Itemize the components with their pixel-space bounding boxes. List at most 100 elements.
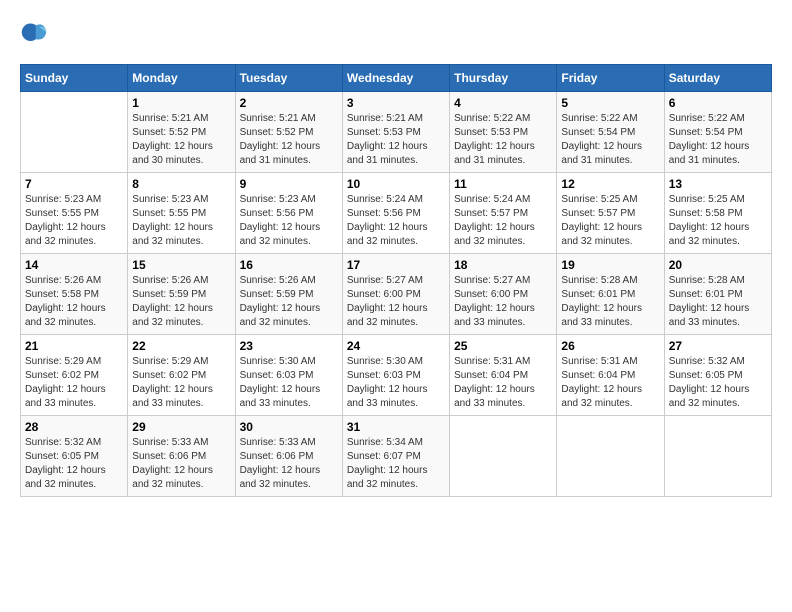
day-number: 13: [669, 177, 767, 191]
calendar-cell: 16 Sunrise: 5:26 AM Sunset: 5:59 PM Dayl…: [235, 254, 342, 335]
day-info: Sunrise: 5:21 AM Sunset: 5:52 PM Dayligh…: [240, 112, 338, 168]
day-number: 17: [347, 258, 445, 272]
day-number: 29: [132, 420, 230, 434]
calendar-cell: 9 Sunrise: 5:23 AM Sunset: 5:56 PM Dayli…: [235, 173, 342, 254]
day-info: Sunrise: 5:21 AM Sunset: 5:53 PM Dayligh…: [347, 112, 445, 168]
day-number: 18: [454, 258, 552, 272]
calendar-cell: 22 Sunrise: 5:29 AM Sunset: 6:02 PM Dayl…: [128, 335, 235, 416]
calendar-cell: 3 Sunrise: 5:21 AM Sunset: 5:53 PM Dayli…: [342, 92, 449, 173]
day-info: Sunrise: 5:25 AM Sunset: 5:57 PM Dayligh…: [561, 193, 659, 249]
calendar-cell: 21 Sunrise: 5:29 AM Sunset: 6:02 PM Dayl…: [21, 335, 128, 416]
day-number: 24: [347, 339, 445, 353]
calendar-cell: 6 Sunrise: 5:22 AM Sunset: 5:54 PM Dayli…: [664, 92, 771, 173]
day-number: 5: [561, 96, 659, 110]
day-number: 12: [561, 177, 659, 191]
day-info: Sunrise: 5:26 AM Sunset: 5:58 PM Dayligh…: [25, 274, 123, 330]
day-info: Sunrise: 5:23 AM Sunset: 5:55 PM Dayligh…: [25, 193, 123, 249]
calendar-cell: 24 Sunrise: 5:30 AM Sunset: 6:03 PM Dayl…: [342, 335, 449, 416]
calendar-cell: 17 Sunrise: 5:27 AM Sunset: 6:00 PM Dayl…: [342, 254, 449, 335]
calendar-cell: [450, 416, 557, 497]
calendar-cell: 11 Sunrise: 5:24 AM Sunset: 5:57 PM Dayl…: [450, 173, 557, 254]
day-info: Sunrise: 5:29 AM Sunset: 6:02 PM Dayligh…: [25, 355, 123, 411]
day-number: 16: [240, 258, 338, 272]
day-info: Sunrise: 5:22 AM Sunset: 5:54 PM Dayligh…: [561, 112, 659, 168]
day-number: 1: [132, 96, 230, 110]
day-number: 6: [669, 96, 767, 110]
day-number: 22: [132, 339, 230, 353]
header: [20, 20, 772, 48]
day-info: Sunrise: 5:23 AM Sunset: 5:55 PM Dayligh…: [132, 193, 230, 249]
weekday-header: Tuesday: [235, 65, 342, 92]
day-number: 3: [347, 96, 445, 110]
day-info: Sunrise: 5:24 AM Sunset: 5:56 PM Dayligh…: [347, 193, 445, 249]
calendar-cell: 25 Sunrise: 5:31 AM Sunset: 6:04 PM Dayl…: [450, 335, 557, 416]
weekday-header: Wednesday: [342, 65, 449, 92]
weekday-header: Thursday: [450, 65, 557, 92]
calendar-week-row: 7 Sunrise: 5:23 AM Sunset: 5:55 PM Dayli…: [21, 173, 772, 254]
day-number: 7: [25, 177, 123, 191]
weekday-header-row: SundayMondayTuesdayWednesdayThursdayFrid…: [21, 65, 772, 92]
calendar-cell: 23 Sunrise: 5:30 AM Sunset: 6:03 PM Dayl…: [235, 335, 342, 416]
calendar-cell: [664, 416, 771, 497]
day-info: Sunrise: 5:33 AM Sunset: 6:06 PM Dayligh…: [240, 436, 338, 492]
calendar-cell: 10 Sunrise: 5:24 AM Sunset: 5:56 PM Dayl…: [342, 173, 449, 254]
calendar-cell: 28 Sunrise: 5:32 AM Sunset: 6:05 PM Dayl…: [21, 416, 128, 497]
day-info: Sunrise: 5:25 AM Sunset: 5:58 PM Dayligh…: [669, 193, 767, 249]
day-number: 10: [347, 177, 445, 191]
calendar-cell: 1 Sunrise: 5:21 AM Sunset: 5:52 PM Dayli…: [128, 92, 235, 173]
day-number: 25: [454, 339, 552, 353]
calendar-cell: [21, 92, 128, 173]
day-info: Sunrise: 5:31 AM Sunset: 6:04 PM Dayligh…: [561, 355, 659, 411]
day-info: Sunrise: 5:28 AM Sunset: 6:01 PM Dayligh…: [669, 274, 767, 330]
day-number: 27: [669, 339, 767, 353]
day-number: 21: [25, 339, 123, 353]
day-number: 30: [240, 420, 338, 434]
day-number: 9: [240, 177, 338, 191]
day-info: Sunrise: 5:26 AM Sunset: 5:59 PM Dayligh…: [132, 274, 230, 330]
day-info: Sunrise: 5:29 AM Sunset: 6:02 PM Dayligh…: [132, 355, 230, 411]
day-info: Sunrise: 5:22 AM Sunset: 5:54 PM Dayligh…: [669, 112, 767, 168]
day-info: Sunrise: 5:24 AM Sunset: 5:57 PM Dayligh…: [454, 193, 552, 249]
weekday-header: Friday: [557, 65, 664, 92]
day-info: Sunrise: 5:21 AM Sunset: 5:52 PM Dayligh…: [132, 112, 230, 168]
calendar-cell: 31 Sunrise: 5:34 AM Sunset: 6:07 PM Dayl…: [342, 416, 449, 497]
calendar-cell: 27 Sunrise: 5:32 AM Sunset: 6:05 PM Dayl…: [664, 335, 771, 416]
calendar-cell: 12 Sunrise: 5:25 AM Sunset: 5:57 PM Dayl…: [557, 173, 664, 254]
day-info: Sunrise: 5:30 AM Sunset: 6:03 PM Dayligh…: [347, 355, 445, 411]
calendar-table: SundayMondayTuesdayWednesdayThursdayFrid…: [20, 64, 772, 497]
day-info: Sunrise: 5:31 AM Sunset: 6:04 PM Dayligh…: [454, 355, 552, 411]
logo: [20, 20, 52, 48]
logo-icon: [20, 20, 48, 48]
calendar-cell: 26 Sunrise: 5:31 AM Sunset: 6:04 PM Dayl…: [557, 335, 664, 416]
calendar-cell: 29 Sunrise: 5:33 AM Sunset: 6:06 PM Dayl…: [128, 416, 235, 497]
day-info: Sunrise: 5:27 AM Sunset: 6:00 PM Dayligh…: [454, 274, 552, 330]
day-number: 8: [132, 177, 230, 191]
day-info: Sunrise: 5:28 AM Sunset: 6:01 PM Dayligh…: [561, 274, 659, 330]
calendar-cell: 30 Sunrise: 5:33 AM Sunset: 6:06 PM Dayl…: [235, 416, 342, 497]
calendar-cell: 18 Sunrise: 5:27 AM Sunset: 6:00 PM Dayl…: [450, 254, 557, 335]
day-info: Sunrise: 5:32 AM Sunset: 6:05 PM Dayligh…: [25, 436, 123, 492]
calendar-cell: 14 Sunrise: 5:26 AM Sunset: 5:58 PM Dayl…: [21, 254, 128, 335]
day-info: Sunrise: 5:34 AM Sunset: 6:07 PM Dayligh…: [347, 436, 445, 492]
day-info: Sunrise: 5:33 AM Sunset: 6:06 PM Dayligh…: [132, 436, 230, 492]
day-number: 4: [454, 96, 552, 110]
day-number: 15: [132, 258, 230, 272]
day-number: 14: [25, 258, 123, 272]
weekday-header: Sunday: [21, 65, 128, 92]
day-info: Sunrise: 5:27 AM Sunset: 6:00 PM Dayligh…: [347, 274, 445, 330]
calendar-week-row: 14 Sunrise: 5:26 AM Sunset: 5:58 PM Dayl…: [21, 254, 772, 335]
day-number: 11: [454, 177, 552, 191]
day-info: Sunrise: 5:26 AM Sunset: 5:59 PM Dayligh…: [240, 274, 338, 330]
calendar-cell: 13 Sunrise: 5:25 AM Sunset: 5:58 PM Dayl…: [664, 173, 771, 254]
calendar-cell: 2 Sunrise: 5:21 AM Sunset: 5:52 PM Dayli…: [235, 92, 342, 173]
weekday-header: Saturday: [664, 65, 771, 92]
day-number: 20: [669, 258, 767, 272]
calendar-cell: 4 Sunrise: 5:22 AM Sunset: 5:53 PM Dayli…: [450, 92, 557, 173]
calendar-cell: 15 Sunrise: 5:26 AM Sunset: 5:59 PM Dayl…: [128, 254, 235, 335]
day-info: Sunrise: 5:30 AM Sunset: 6:03 PM Dayligh…: [240, 355, 338, 411]
calendar-cell: 19 Sunrise: 5:28 AM Sunset: 6:01 PM Dayl…: [557, 254, 664, 335]
day-number: 26: [561, 339, 659, 353]
calendar-week-row: 1 Sunrise: 5:21 AM Sunset: 5:52 PM Dayli…: [21, 92, 772, 173]
calendar-cell: 20 Sunrise: 5:28 AM Sunset: 6:01 PM Dayl…: [664, 254, 771, 335]
day-number: 28: [25, 420, 123, 434]
